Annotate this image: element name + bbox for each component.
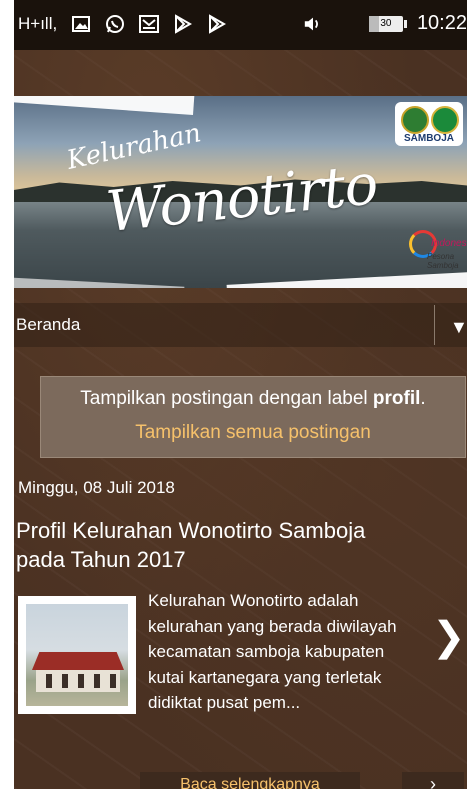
dropdown-arrow-icon[interactable]: ▼ (450, 317, 467, 338)
battery-indicator: 30 (368, 15, 407, 32)
mail-icon (139, 14, 160, 34)
samboja-logo-icon (431, 106, 459, 134)
play-store-icon (173, 14, 193, 34)
nav-divider (434, 305, 435, 345)
banner-title-large: Wonotirto (103, 151, 381, 246)
post-excerpt: Kelurahan Wonotirto adalah kelurahan yan… (148, 591, 397, 712)
next-post-chevron-icon[interactable]: ❯ (432, 614, 466, 660)
door (78, 674, 84, 688)
label-notice-prefix: Tampilkan postingan dengan label (80, 388, 373, 409)
banner-title-small: Kelurahan (64, 118, 204, 176)
label-notice-text: Tampilkan postingan dengan label profil. (41, 388, 465, 410)
logo-caption: SAMBOJA (403, 133, 454, 144)
banner-stripe (14, 96, 195, 115)
share-button[interactable]: › (402, 772, 464, 789)
show-all-posts-link[interactable]: Tampilkan semua postingan (41, 422, 465, 444)
battery-fill (368, 15, 380, 32)
tourism-brand: Indonesia (431, 238, 467, 249)
signal-indicator: H+ıll, (18, 14, 58, 33)
window (46, 674, 52, 688)
window (62, 674, 68, 688)
post-date: Minggu, 08 Juli 2018 (18, 478, 175, 497)
read-more-label: Baca selengkapnya (180, 776, 320, 789)
page-frame: H+ıll, 30 10:22 Kelurahan Wonotirto SAMB… (14, 0, 467, 789)
volume-icon (303, 14, 323, 34)
clock: 10:22 (416, 12, 467, 34)
region-logos: SAMBOJA (395, 102, 463, 146)
window (110, 674, 116, 688)
nav-selected-value: Beranda (16, 315, 81, 334)
image-icon (71, 14, 91, 34)
play-store-icon (207, 14, 227, 34)
label-name: profil (372, 388, 421, 409)
label-filter-notice: Tampilkan postingan dengan label profil.… (40, 376, 466, 458)
status-bar: H+ıll, 30 10:22 (14, 0, 467, 50)
read-more-button[interactable]: Baca selengkapnya (140, 772, 360, 789)
roof (32, 652, 124, 670)
kutai-kartanegara-logo-icon (401, 106, 429, 134)
status-bar-left: H+ıll, (18, 14, 227, 34)
status-bar-right: 30 10:22 (303, 12, 467, 35)
post-title-link[interactable]: Profil Kelurahan Wonotirto Samboja pada … (16, 516, 396, 574)
label-notice-suffix: . (420, 388, 426, 409)
battery-level: 30 (380, 17, 392, 29)
post-thumbnail[interactable] (18, 596, 136, 714)
wonderful-indonesia-logo: Indonesia Pesona Samboja (405, 230, 467, 270)
nav-select[interactable]: Beranda ▼ (14, 303, 467, 347)
share-chevron-icon: › (430, 774, 436, 789)
window (94, 674, 100, 688)
header-banner[interactable]: Kelurahan Wonotirto SAMBOJA Indonesia Pe… (14, 96, 467, 288)
tourism-sub: Pesona Samboja (427, 252, 459, 270)
whatsapp-icon (105, 14, 125, 34)
building-photo (26, 604, 128, 706)
banner-stripe (14, 277, 185, 288)
banner-stripe (226, 271, 467, 288)
